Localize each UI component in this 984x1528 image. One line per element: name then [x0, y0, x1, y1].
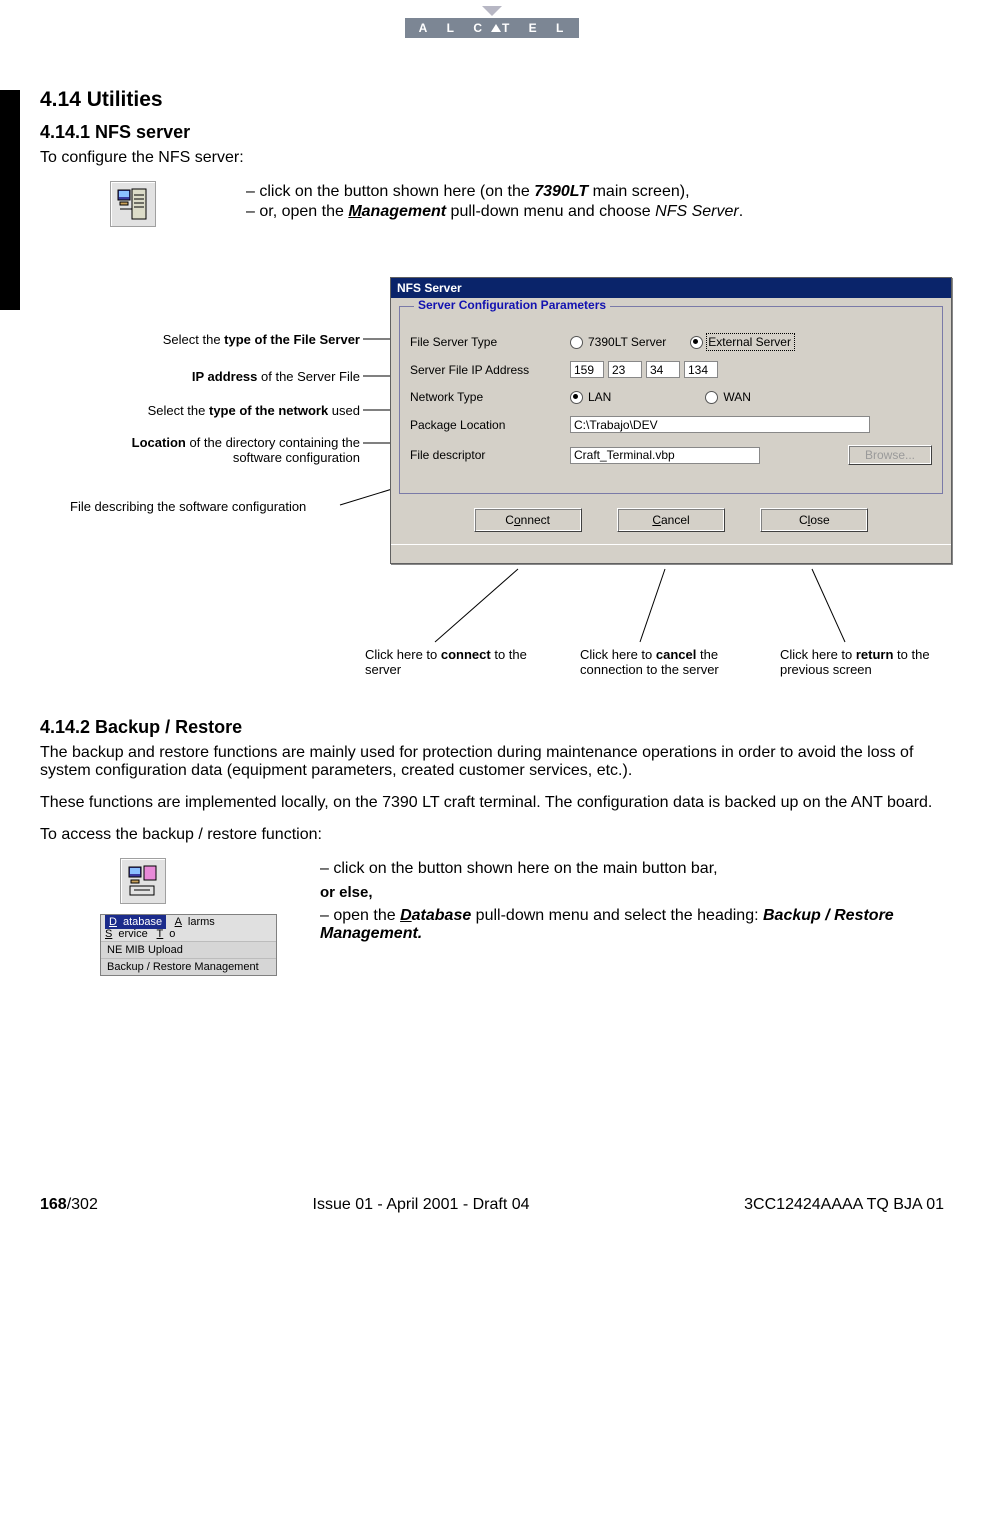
annotation: Select the type of the network used — [80, 403, 360, 418]
status-bar — [391, 544, 951, 563]
menu-item-ne-mib-upload[interactable]: NE MIB Upload — [101, 941, 276, 958]
instruction-item: or, open the Management pull-down menu a… — [246, 203, 944, 221]
radio-label: External Server — [708, 335, 793, 349]
ip-octet-4[interactable] — [684, 361, 718, 378]
brand-arrow-icon — [482, 6, 502, 16]
label-package-location: Package Location — [410, 418, 570, 432]
intro-text: To configure the NFS server: — [40, 149, 944, 167]
page-number: 168/302 — [40, 1196, 98, 1214]
button-label: Connect — [505, 513, 550, 527]
issue-info: Issue 01 - April 2001 - Draft 04 — [313, 1196, 530, 1214]
radio-label: LAN — [588, 390, 611, 404]
label-ip-address: Server File IP Address — [410, 363, 570, 377]
radio-wan[interactable]: WAN — [705, 390, 751, 404]
radio-lan[interactable]: LAN — [570, 390, 611, 404]
annotation: IP address of the Server File — [100, 369, 360, 384]
label-file-descriptor: File descriptor — [410, 448, 570, 462]
text: pull-down menu and choose — [446, 203, 655, 220]
annotation: Click here to return to the previous scr… — [780, 647, 950, 677]
section-heading-4142: 4.14.2 Backup / Restore — [40, 717, 944, 738]
section-heading-414: 4.14 Utilities — [40, 88, 944, 112]
button-label: Cancel — [652, 513, 689, 527]
ip-octet-1[interactable] — [570, 361, 604, 378]
menu-bar: Database Alarms Service To — [101, 915, 276, 941]
file-descriptor-input[interactable] — [570, 447, 760, 464]
window-title: NFS Server — [391, 278, 951, 298]
instruction-item: click on the button shown here (on the 7… — [246, 183, 944, 201]
instruction-item: open the Database pull-down menu and sel… — [320, 907, 944, 943]
text: . — [739, 203, 743, 220]
backup-restore-icon — [120, 858, 166, 904]
paragraph: These functions are implemented locally,… — [40, 794, 944, 812]
ip-octet-2[interactable] — [608, 361, 642, 378]
or-else: or else, — [320, 884, 944, 901]
database-menu: Database Alarms Service To NE MIB Upload… — [100, 914, 277, 976]
menu-alarms[interactable]: Alarms — [175, 916, 215, 928]
annotation: File describing the software configurati… — [70, 499, 370, 514]
radio-7390lt-server[interactable]: 7390LT Server — [570, 335, 666, 349]
text: M — [348, 203, 361, 220]
radio-external-server[interactable]: External Server — [690, 335, 793, 349]
button-label: Close — [799, 513, 830, 527]
ip-octet-3[interactable] — [646, 361, 680, 378]
cancel-button[interactable]: Cancel — [617, 508, 725, 532]
radio-label: 7390LT Server — [588, 335, 666, 349]
annotation: Select the type of the File Server — [100, 332, 360, 347]
label-file-server-type: File Server Type — [410, 335, 570, 349]
brand-logo: A L CT E L — [405, 18, 580, 38]
text: anagement — [362, 203, 446, 220]
nfs-server-icon — [110, 181, 156, 227]
label-network-type: Network Type — [410, 390, 570, 404]
annotation: Click here to cancel the connection to t… — [580, 647, 770, 677]
text: main screen), — [588, 183, 689, 200]
browse-button[interactable]: Browse... — [848, 445, 932, 465]
text: NFS Server — [655, 203, 739, 220]
menu-item-backup-restore[interactable]: Backup / Restore Management — [101, 958, 276, 975]
menu-service[interactable]: Service — [105, 928, 148, 940]
close-button[interactable]: Close — [760, 508, 868, 532]
groupbox-title: Server Configuration Parameters — [414, 298, 610, 312]
section-heading-4141: 4.14.1 NFS server — [40, 122, 944, 143]
menu-database[interactable]: Database — [105, 915, 166, 929]
instruction-item: click on the button shown here on the ma… — [320, 860, 944, 878]
text: click on the button shown here (on the — [259, 183, 534, 200]
nfs-server-window: NFS Server Server Configuration Paramete… — [390, 277, 952, 564]
annotation: Location of the directory containing the… — [98, 435, 360, 465]
paragraph: To access the backup / restore function: — [40, 826, 944, 844]
text: 7390LT — [534, 183, 588, 200]
package-location-input[interactable] — [570, 416, 870, 433]
connect-button[interactable]: Connect — [474, 508, 582, 532]
doc-id: 3CC12424AAAA TQ BJA 01 — [744, 1196, 944, 1214]
section-marker — [0, 90, 20, 310]
menu-to[interactable]: To — [157, 928, 176, 940]
annotation: Click here to connect to the server — [365, 647, 535, 677]
text: or, open the — [259, 203, 348, 220]
radio-label: WAN — [723, 390, 751, 404]
paragraph: The backup and restore functions are mai… — [40, 744, 944, 780]
